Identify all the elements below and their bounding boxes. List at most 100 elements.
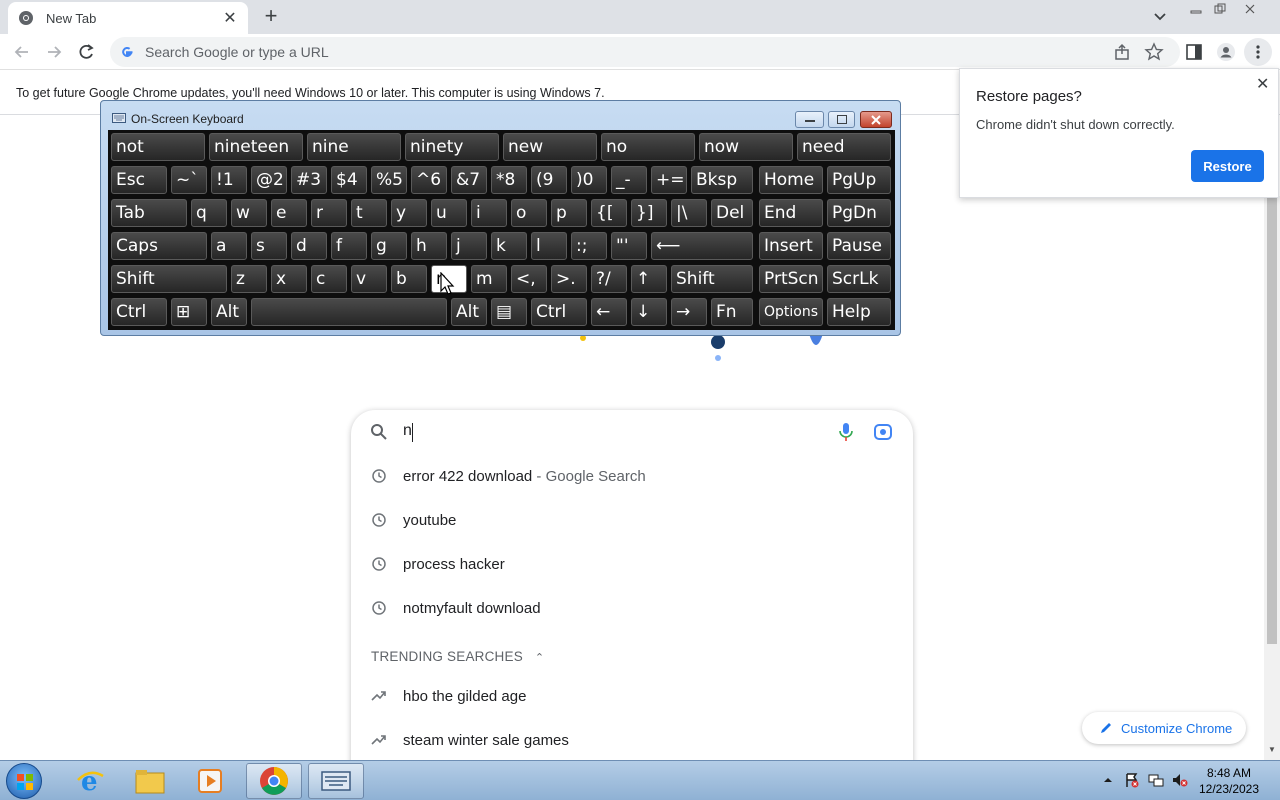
omnibox[interactable]: Search Google or type a URL [110,37,1180,67]
key-menu[interactable]: ▤ [491,298,527,326]
key-del[interactable]: Del [711,199,753,227]
tab-close-icon[interactable]: ✕ [222,8,238,28]
key-close-bracket[interactable]: }] [631,199,667,227]
page-scrollbar[interactable]: ▼ [1264,196,1280,760]
key-alt-right[interactable]: Alt [451,298,487,326]
key-y[interactable]: y [391,199,427,227]
close-window-button[interactable] [1238,0,1262,18]
start-button[interactable] [6,763,42,799]
key-m[interactable]: m [471,265,507,293]
show-hidden-icons-icon[interactable] [1100,772,1116,788]
taskbar-chrome[interactable] [246,763,302,799]
key-minus[interactable]: _- [611,166,647,194]
trending-item[interactable]: steam winter sale games [351,718,913,762]
key-tilde[interactable]: ~` [171,166,207,194]
key-caps[interactable]: Caps [111,232,207,260]
action-center-icon[interactable] [1124,772,1140,788]
key-6[interactable]: ^6 [411,166,447,194]
prediction-key[interactable]: not [111,133,205,161]
osk-titlebar[interactable]: On-Screen Keyboard [101,101,902,129]
prediction-key[interactable]: now [699,133,793,161]
taskbar-on-screen-keyboard[interactable] [308,763,364,799]
key-enter[interactable]: ⟵ [651,232,753,260]
prediction-key[interactable]: ninety [405,133,499,161]
key-a[interactable]: a [211,232,247,260]
search-input-row[interactable]: n [351,410,913,454]
restore-button[interactable]: Restore [1191,150,1264,182]
key-3[interactable]: #3 [291,166,327,194]
key-open-bracket[interactable]: {[ [591,199,627,227]
key-shift-right[interactable]: Shift [671,265,753,293]
key-8[interactable]: *8 [491,166,527,194]
key-z[interactable]: z [231,265,267,293]
back-icon[interactable] [12,42,32,62]
chevron-up-icon[interactable]: ⌃ [535,651,544,664]
key-5[interactable]: %5 [371,166,407,194]
trending-header[interactable]: TRENDING SEARCHES ⌃ [371,649,544,664]
key-1[interactable]: !1 [211,166,247,194]
key-q[interactable]: q [191,199,227,227]
key-pgdn[interactable]: PgDn [827,199,891,227]
key-semicolon[interactable]: :; [571,232,607,260]
key-pgup[interactable]: PgUp [827,166,891,194]
microphone-icon[interactable] [838,422,854,442]
key-equals[interactable]: += [651,166,687,194]
key-r[interactable]: r [311,199,347,227]
key-slash[interactable]: ?/ [591,265,627,293]
side-panel-icon[interactable] [1184,42,1204,62]
key-period[interactable]: >. [551,265,587,293]
prediction-key[interactable]: nine [307,133,401,161]
key-home[interactable]: Home [759,166,823,194]
key-windows[interactable]: ⊞ [171,298,207,326]
key-7[interactable]: &7 [451,166,487,194]
osk-minimize-button[interactable] [795,111,824,128]
key-b[interactable]: b [391,265,427,293]
reload-icon[interactable] [76,42,96,62]
key-4[interactable]: $4 [331,166,367,194]
taskbar-file-explorer[interactable] [122,763,178,799]
tab-search-icon[interactable] [1151,7,1169,25]
minimize-button[interactable] [1184,0,1208,18]
network-icon[interactable] [1148,772,1164,788]
key-k[interactable]: k [491,232,527,260]
key-d[interactable]: d [291,232,327,260]
key-up-arrow[interactable]: ↑ [631,265,667,293]
key-p[interactable]: p [551,199,587,227]
osk-close-button[interactable] [860,111,892,128]
key-backspace[interactable]: Bksp [691,166,753,194]
suggestion-item[interactable]: process hacker [351,542,913,586]
key-right-arrow[interactable]: → [671,298,707,326]
bookmark-star-icon[interactable] [1144,42,1164,62]
key-down-arrow[interactable]: ↓ [631,298,667,326]
key-o[interactable]: o [511,199,547,227]
key-insert[interactable]: Insert [759,232,823,260]
prediction-key[interactable]: new [503,133,597,161]
key-w[interactable]: w [231,199,267,227]
key-t[interactable]: t [351,199,387,227]
key-alt-left[interactable]: Alt [211,298,247,326]
key-end[interactable]: End [759,199,823,227]
key-fn[interactable]: Fn [711,298,753,326]
share-icon[interactable] [1112,42,1132,62]
prediction-key[interactable]: nineteen [209,133,303,161]
key-f[interactable]: f [331,232,367,260]
customize-chrome-button[interactable]: Customize Chrome [1082,712,1246,744]
google-lens-icon[interactable] [873,422,893,442]
forward-icon[interactable] [44,42,64,62]
key-9[interactable]: (9 [531,166,567,194]
key-g[interactable]: g [371,232,407,260]
key-ctrl-right[interactable]: Ctrl [531,298,587,326]
key-h[interactable]: h [411,232,447,260]
osk-maximize-button[interactable] [828,111,855,128]
scroll-down-icon[interactable]: ▼ [1267,745,1277,755]
taskbar-internet-explorer[interactable]: e [62,763,118,799]
key-2[interactable]: @2 [251,166,287,194]
suggestion-item[interactable]: youtube [351,498,913,542]
key-prtscn[interactable]: PrtScn [759,265,823,293]
new-tab-button[interactable]: + [260,5,282,27]
key-c[interactable]: c [311,265,347,293]
key-j[interactable]: j [451,232,487,260]
tab-new-tab[interactable]: New Tab ✕ [8,2,248,34]
profile-icon[interactable] [1216,42,1236,62]
scrollbar-thumb[interactable] [1267,196,1277,644]
